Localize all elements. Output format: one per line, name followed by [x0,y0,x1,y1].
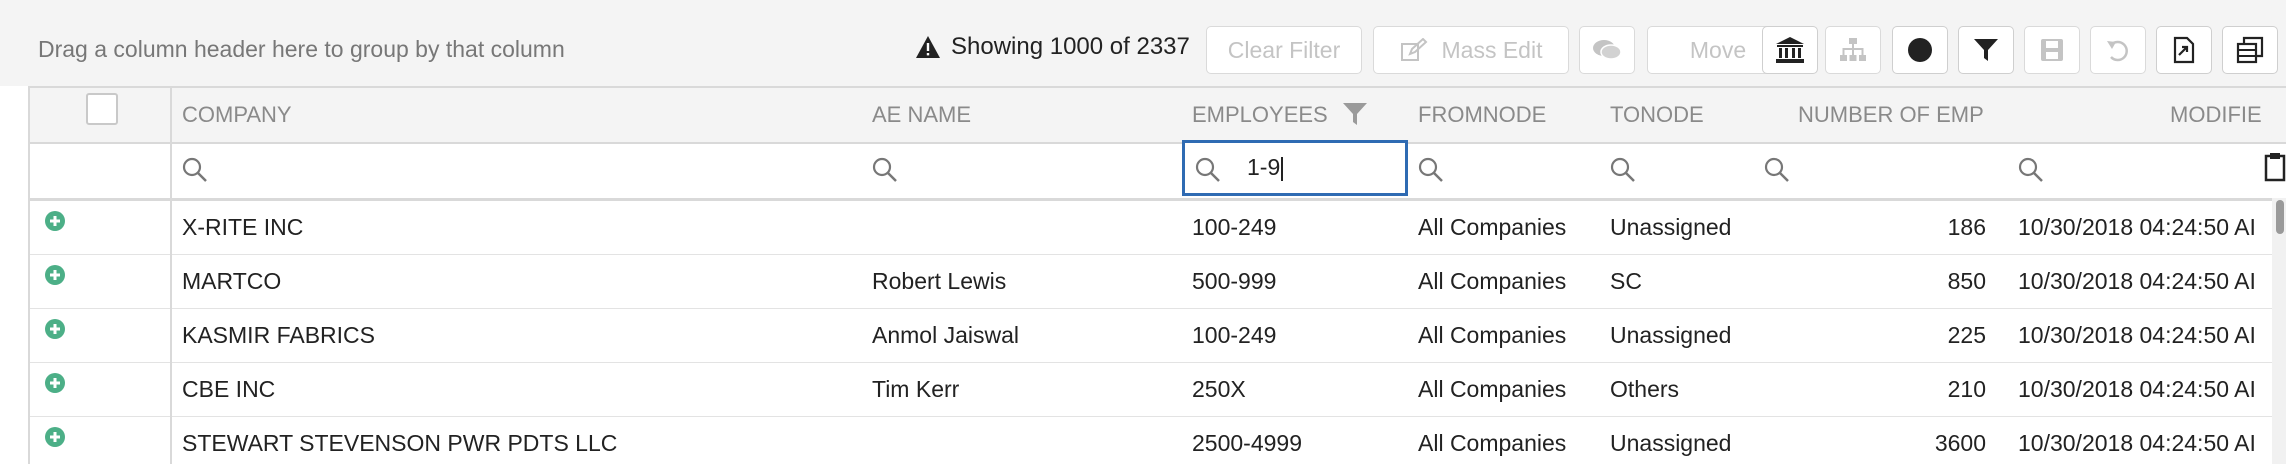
tonode-cell: Unassigned [1610,322,1732,348]
number-of-emp-cell: 186 [1947,214,1986,240]
ae-name-cell: Anmol Jaiswal [872,322,1019,348]
tonode-cell: Unassigned [1610,430,1732,456]
fromnode-cell: All Companies [1418,268,1567,294]
add-row-icon[interactable] [44,264,66,286]
table-row[interactable]: MARTCO Robert Lewis 500-999 All Companie… [30,254,2286,309]
table-row[interactable]: STEWART STEVENSON PWR PDTS LLC 2500-4999… [30,416,2286,464]
employees-filter-value: 1-9 [1247,154,1281,180]
group-by-hint[interactable]: Drag a column header here to group by th… [38,36,565,63]
number-of-emp-filter-search-icon[interactable] [1764,157,1790,183]
modified-cell: 10/30/2018 04:24:50 AI [2018,430,2256,456]
bank-icon [1776,37,1804,63]
modified-cell: 10/30/2018 04:24:50 AI [2018,376,2256,402]
column-header-ae-name[interactable]: AE NAME [872,102,971,128]
company-filter-search-icon[interactable] [182,157,208,183]
record-button[interactable] [1892,26,1948,74]
vertical-scrollbar[interactable] [2272,198,2286,464]
employees-cell: 250X [1192,376,1246,402]
grid-header: COMPANY AE NAME EMPLOYEES FROMNODE TONOD… [30,88,2286,144]
scrollbar-thumb[interactable] [2276,200,2284,234]
tonode-cell: Unassigned [1610,214,1732,240]
modified-filter-search-icon[interactable] [2018,157,2044,183]
table-row[interactable]: CBE INC Tim Kerr 250X All Companies Othe… [30,362,2286,417]
number-of-emp-cell: 225 [1947,322,1986,348]
mass-edit-label: Mass Edit [1441,36,1543,63]
edit-icon [1400,38,1427,61]
fromnode-filter-search-icon[interactable] [1418,157,1444,183]
clipboard-icon[interactable] [2264,152,2286,182]
grid-toolbar: Drag a column header here to group by th… [0,0,2286,86]
comments-button[interactable] [1579,26,1635,74]
undo-icon [2107,40,2128,62]
column-header-number-of-emp[interactable]: NUMBER OF EMP [1798,102,1984,128]
company-cell: CBE INC [182,376,276,402]
ae-name-cell: Tim Kerr [872,376,960,402]
employees-cell: 100-249 [1192,322,1277,348]
column-filter-icon[interactable] [1342,101,1368,127]
company-cell: MARTCO [182,268,282,294]
column-header-tonode[interactable]: TONODE [1610,102,1704,128]
row-selector-column-divider [170,88,172,464]
modified-cell: 10/30/2018 04:24:50 AI [2018,214,2256,240]
table-row[interactable]: KASMIR FABRICS Anmol Jaiswal 100-249 All… [30,308,2286,363]
filter-row [30,144,2286,201]
tonode-cell: Others [1610,376,1680,402]
employees-cell: 100-249 [1192,214,1277,240]
mass-edit-button[interactable]: Mass Edit [1373,26,1569,74]
select-all-checkbox[interactable] [86,93,118,125]
employees-filter-input[interactable]: 1-9 [1182,140,1408,196]
add-row-icon[interactable] [44,372,66,394]
column-header-modified[interactable]: MODIFIE [2170,102,2262,128]
fromnode-cell: All Companies [1418,430,1567,456]
ae-name-cell: Robert Lewis [872,268,1007,294]
number-of-emp-cell: 210 [1947,376,1986,402]
employees-cell: 500-999 [1192,268,1277,294]
save-icon [2041,39,2063,61]
status-text: Showing 1000 of 2337 [951,33,1190,60]
modified-cell: 10/30/2018 04:24:50 AI [2018,268,2256,294]
add-row-icon[interactable] [44,318,66,340]
modified-cell: 10/30/2018 04:24:50 AI [2018,322,2256,348]
hierarchy-button[interactable] [1825,26,1881,74]
number-of-emp-cell: 3600 [1934,430,1986,456]
bank-button[interactable] [1762,26,1818,74]
warning-icon [916,36,940,58]
ae-name-filter-search-icon[interactable] [872,157,898,183]
hierarchy-icon [1840,38,1866,61]
fromnode-cell: All Companies [1418,322,1567,348]
tonode-filter-search-icon[interactable] [1610,157,1636,183]
company-cell: KASMIR FABRICS [182,322,375,348]
chat-icon [1593,40,1622,60]
add-row-icon[interactable] [44,210,66,232]
filter-icon [1974,39,1998,61]
column-header-fromnode[interactable]: FROMNODE [1418,102,1546,128]
company-cell: X-RITE INC [182,214,304,240]
add-row-icon[interactable] [44,426,66,448]
columns-button[interactable] [2222,26,2278,74]
tonode-cell: SC [1610,268,1642,294]
employees-filter-search-icon [1195,157,1220,182]
fromnode-cell: All Companies [1418,214,1567,240]
employees-cell: 2500-4999 [1192,430,1302,456]
columns-icon [2236,36,2264,64]
fromnode-cell: All Companies [1418,376,1567,402]
company-cell: STEWART STEVENSON PWR PDTS LLC [182,430,618,456]
table-row[interactable]: X-RITE INC 100-249 All Companies Unassig… [30,200,2286,255]
undo-button[interactable] [2090,26,2146,74]
filter-button[interactable] [1958,26,2014,74]
number-of-emp-cell: 850 [1947,268,1986,294]
record-count-status: Showing 1000 of 2337 [915,33,1190,61]
export-icon [2173,36,2195,64]
data-grid: COMPANY AE NAME EMPLOYEES FROMNODE TONOD… [28,86,2286,464]
save-button[interactable] [2024,26,2080,74]
export-button[interactable] [2156,26,2212,74]
clear-filter-button[interactable]: Clear Filter [1206,26,1362,74]
column-header-company[interactable]: COMPANY [182,102,292,128]
column-header-employees[interactable]: EMPLOYEES [1192,102,1328,128]
circle-icon [1908,38,1932,62]
